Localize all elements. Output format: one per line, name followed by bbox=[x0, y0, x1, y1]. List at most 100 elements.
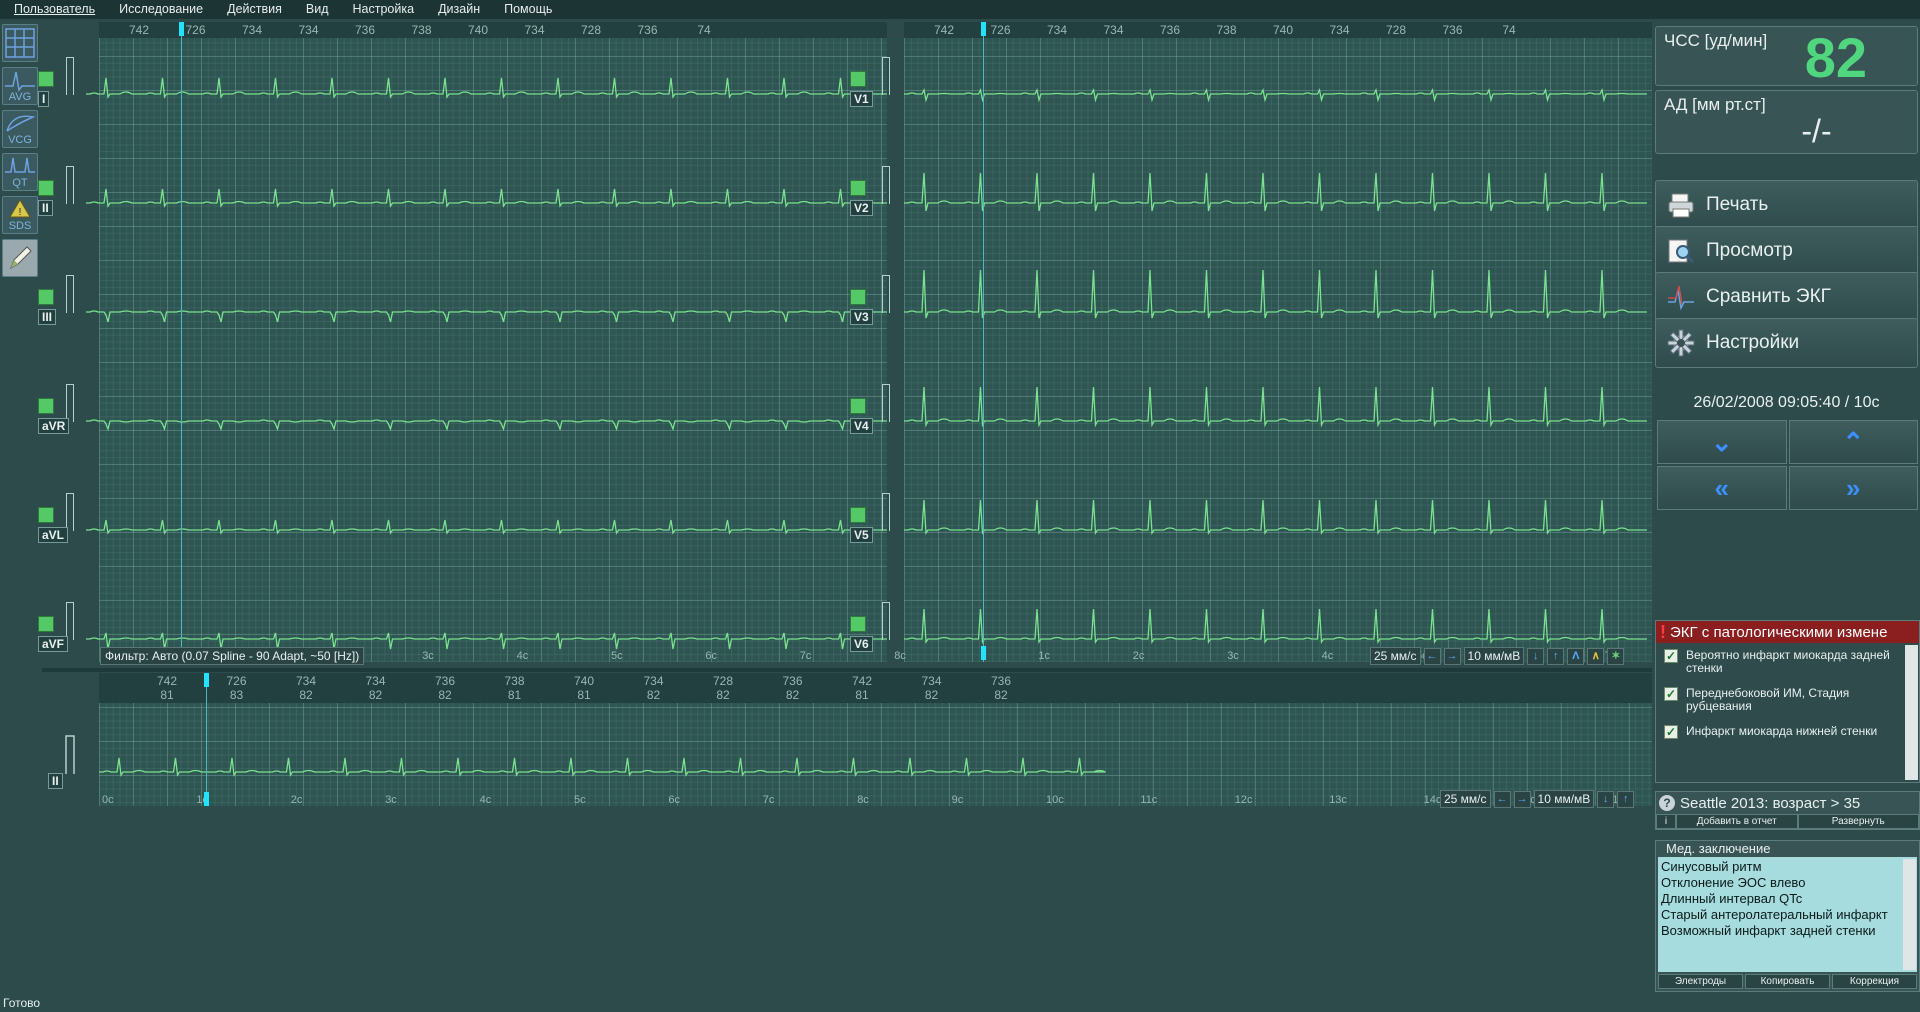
help-icon: ? bbox=[1659, 795, 1675, 811]
conclusion-line: Отклонение ЭОС влево bbox=[1661, 875, 1806, 890]
rhythm-speed-down-button[interactable]: ← bbox=[1493, 790, 1511, 808]
nav-up-button[interactable]: ⌃ bbox=[1788, 420, 1918, 464]
double-chevron-left-icon: « bbox=[1714, 473, 1729, 503]
grid-view-button[interactable] bbox=[2, 24, 38, 62]
diagnosis-checkbox[interactable]: ✓ bbox=[1664, 687, 1678, 701]
cursor-handle-rhythm-top[interactable] bbox=[204, 673, 209, 687]
annotate-button[interactable] bbox=[2, 239, 38, 277]
conclusion-scrollbar[interactable] bbox=[1903, 859, 1916, 970]
conclusion-line: Синусовый ритм bbox=[1661, 859, 1762, 874]
rhythm-calibration-pulse bbox=[65, 735, 75, 774]
rhythm-time-tick-label: 13c bbox=[1329, 794, 1347, 806]
recording-datetime: 26/02/2008 09:05:40 / 10с bbox=[1693, 394, 1880, 411]
rhythm-speed-up-button[interactable]: → bbox=[1513, 790, 1531, 808]
print-button[interactable]: Печать bbox=[1655, 180, 1918, 230]
left-toolbar: AVG VCG QT ! SDS bbox=[0, 22, 40, 782]
seattle-criteria-panel: ? Seattle 2013: возраст > 35 i Добавить … bbox=[1655, 791, 1920, 830]
nav-down-button[interactable]: ⌄ bbox=[1657, 420, 1787, 464]
rhythm-lead-label: II bbox=[48, 773, 63, 789]
conclusion-buttons: Электроды Копировать Коррекция bbox=[1656, 972, 1919, 991]
seattle-title: Seattle 2013: возраст > 35 bbox=[1680, 794, 1861, 812]
menu-study[interactable]: Исследование bbox=[105, 0, 213, 19]
qt-icon bbox=[5, 157, 35, 173]
diagnosis-scrollbar[interactable] bbox=[1905, 645, 1918, 780]
nav-last-button[interactable]: » bbox=[1788, 466, 1918, 510]
chevron-up-icon: ⌃ bbox=[1842, 427, 1865, 457]
list-item[interactable]: ✓ Переднебоковой ИМ, Стадия рубцевания bbox=[1656, 681, 1919, 719]
seattle-header[interactable]: ? Seattle 2013: возраст > 35 bbox=[1656, 792, 1919, 814]
rhythm-time-tick-label: 3c bbox=[385, 794, 397, 806]
conclusion-panel: Мед. заключение Синусовый ритм Отклонени… bbox=[1655, 840, 1920, 992]
cursor-handle-rhythm-bottom[interactable] bbox=[204, 792, 209, 806]
avg-icon bbox=[5, 71, 35, 92]
sds-button[interactable]: ! SDS bbox=[2, 196, 38, 234]
display-controls-bottom: 25 мм/с ← → 10 мм/мВ ↓ ↑ bbox=[1440, 789, 1635, 809]
rhythm-gain-value[interactable]: 10 мм/мВ bbox=[1533, 790, 1595, 808]
expand-tab[interactable]: Развернуть bbox=[1797, 814, 1919, 829]
bp-label: АД [мм рт.ст] bbox=[1664, 95, 1766, 114]
alert-icon: ! bbox=[1660, 621, 1666, 642]
svg-text:!: ! bbox=[19, 207, 22, 218]
hr-label: ЧСС [уд/мин] bbox=[1664, 31, 1768, 50]
add-to-report-tab[interactable]: Добавить в отчет bbox=[1676, 814, 1798, 829]
settings-label: Настройки bbox=[1706, 332, 1800, 353]
settings-button[interactable]: Настройки bbox=[1655, 318, 1918, 368]
rhythm-time-tick-label: 5c bbox=[574, 794, 586, 806]
ecg-area: 742 726 734 734 736 738 740 734 728 736 74 742 726 7… bbox=[38, 22, 1652, 809]
status-bar-text: Готово bbox=[3, 996, 41, 1010]
rhythm-time-tick-label: 6c bbox=[668, 794, 680, 806]
diagnosis-title: ЭКГ с патологическими измене bbox=[1670, 623, 1888, 641]
info-button[interactable]: i bbox=[1656, 814, 1676, 829]
copy-button[interactable]: Копировать bbox=[1745, 974, 1830, 989]
rhythm-gain-down-button[interactable]: ↓ bbox=[1597, 790, 1615, 808]
menu-design[interactable]: Дизайн bbox=[424, 0, 490, 19]
rhythm-time-tick-label: 2c bbox=[291, 794, 303, 806]
magnifier-icon bbox=[1668, 239, 1695, 264]
menu-view[interactable]: Вид bbox=[292, 0, 339, 19]
qt-button[interactable]: QT bbox=[2, 153, 38, 191]
menu-user[interactable]: Пользователь bbox=[0, 0, 105, 19]
list-item[interactable]: ✓ Вероятно инфаркт миокарда задней стенк… bbox=[1656, 643, 1919, 681]
compare-ecg-label: Сравнить ЭКГ bbox=[1706, 286, 1831, 307]
rhythm-speed-value[interactable]: 25 мм/с bbox=[1440, 790, 1491, 808]
electrodes-button[interactable]: Электроды bbox=[1658, 974, 1743, 989]
chevron-down-icon: ⌄ bbox=[1710, 427, 1733, 457]
conclusion-text[interactable]: Синусовый ритм Отклонение ЭОС влево Длин… bbox=[1658, 857, 1917, 972]
diagnosis-header[interactable]: ! ЭКГ с патологическими измене bbox=[1656, 621, 1919, 643]
print-label: Печать bbox=[1706, 194, 1769, 215]
diagnosis-item-text: Переднебоковой ИМ, Стадия рубцевания bbox=[1686, 686, 1850, 713]
seattle-tabs: i Добавить в отчет Развернуть bbox=[1656, 814, 1919, 829]
vcg-button[interactable]: VCG bbox=[2, 110, 38, 148]
correction-button[interactable]: Коррекция bbox=[1832, 974, 1917, 989]
grid-icon bbox=[5, 28, 35, 58]
preview-button[interactable]: Просмотр bbox=[1655, 226, 1918, 276]
menu-help[interactable]: Помощь bbox=[490, 0, 562, 19]
rhythm-time-tick-label: 10c bbox=[1046, 794, 1064, 806]
rhythm-strip-trace: 0c1c2c3c4c5c6c7c8c9c10c11c12c13c14c15c16… bbox=[65, 735, 1631, 806]
rhythm-time-tick-label: 11c bbox=[1140, 794, 1157, 806]
rhythm-time-tick-label: 7c bbox=[763, 794, 775, 806]
ecg-compare-icon bbox=[1668, 285, 1694, 311]
hr-panel: ЧСС [уд/мин] 82 bbox=[1655, 26, 1918, 89]
menu-actions[interactable]: Действия bbox=[213, 0, 292, 19]
rhythm-gain-up-button[interactable]: ↑ bbox=[1617, 790, 1635, 808]
menu-settings[interactable]: Настройка bbox=[339, 0, 425, 19]
hr-value: 82 bbox=[1804, 26, 1867, 89]
sds-icon: ! bbox=[9, 199, 31, 218]
rhythm-trace-ii bbox=[99, 757, 1106, 777]
rhythm-time-tick-label: 12c bbox=[1235, 794, 1253, 806]
bp-value: -/- bbox=[1801, 113, 1832, 149]
diagnosis-checkbox[interactable]: ✓ bbox=[1664, 725, 1678, 739]
pencil-icon bbox=[10, 246, 32, 270]
right-panel: ЧСС [уд/мин] 82 АД [мм рт.ст] -/- Печать… bbox=[1655, 22, 1920, 1012]
navigation-buttons: ⌄ ⌃ « » bbox=[1657, 420, 1918, 510]
rhythm-time-tick-label: 8c bbox=[857, 794, 869, 806]
diagnosis-checkbox[interactable]: ✓ bbox=[1664, 649, 1678, 663]
compare-ecg-button[interactable]: Сравнить ЭКГ bbox=[1655, 272, 1918, 322]
avg-button[interactable]: AVG bbox=[2, 67, 38, 105]
diagnosis-panel: ! ЭКГ с патологическими измене ✓ Вероятн… bbox=[1655, 620, 1920, 783]
gear-icon bbox=[1667, 329, 1695, 357]
nav-first-button[interactable]: « bbox=[1657, 466, 1787, 510]
menu-bar: Пользователь Исследование Действия Вид Н… bbox=[0, 0, 1920, 19]
list-item[interactable]: ✓ Инфаркт миокарда нижней стенки bbox=[1656, 719, 1919, 745]
